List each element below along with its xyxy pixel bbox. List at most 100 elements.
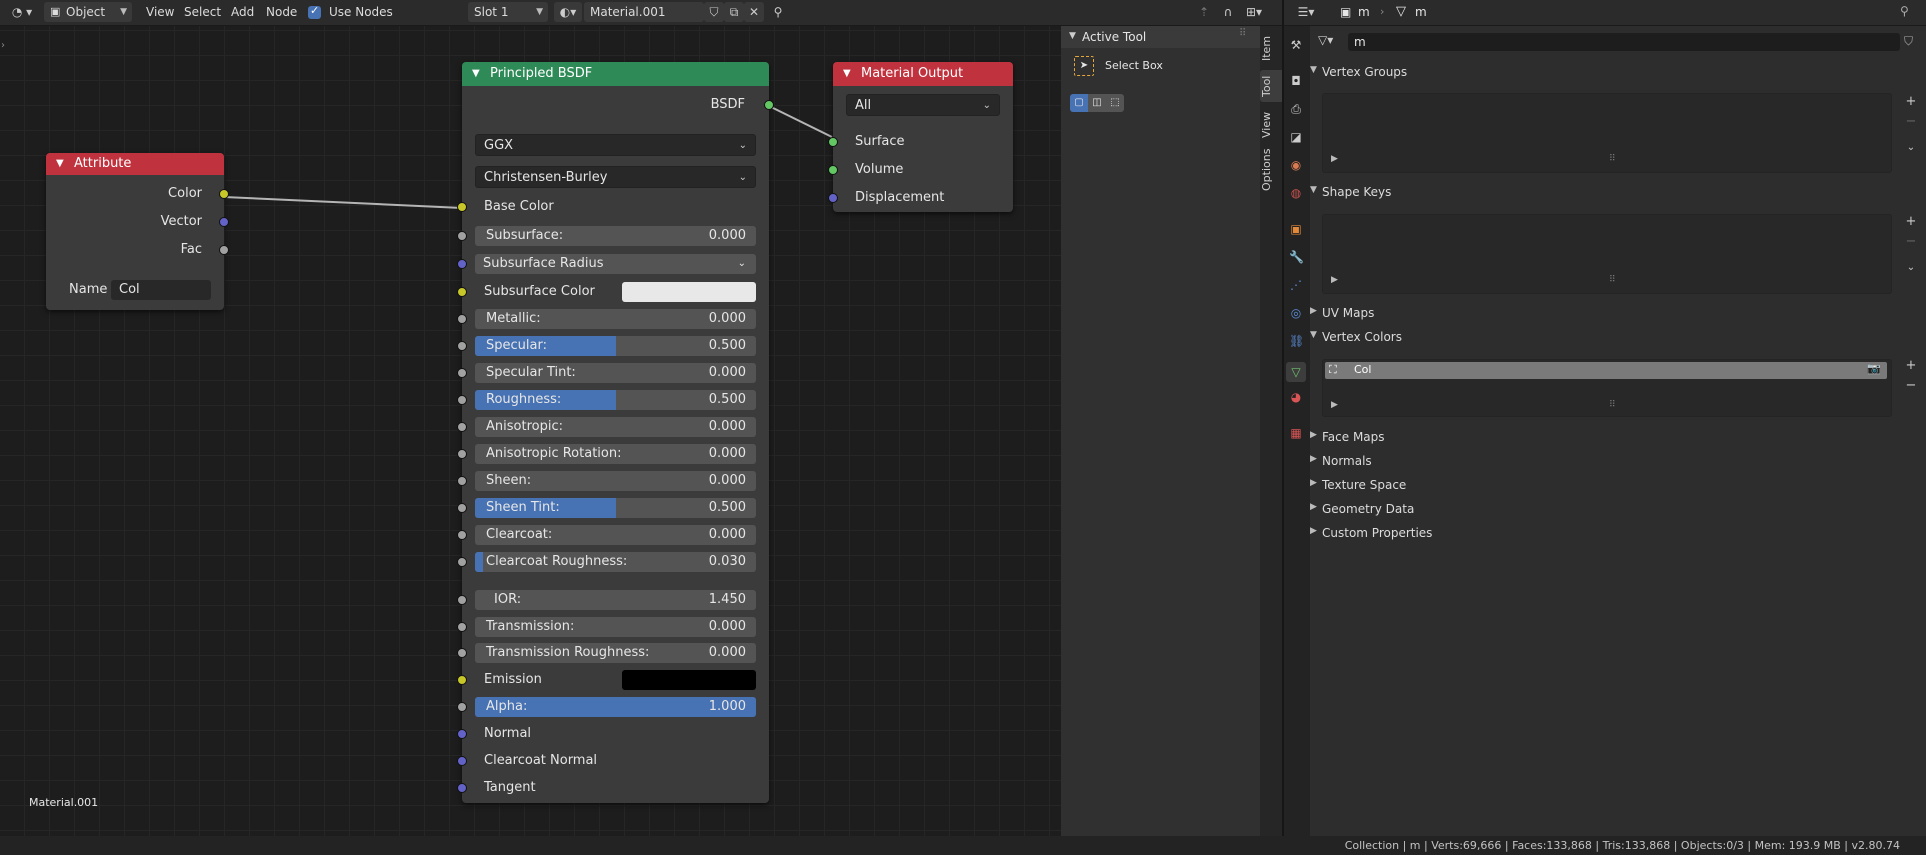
- add-vertex-group-button[interactable]: +: [1903, 94, 1919, 110]
- bsdf-output-socket[interactable]: [764, 100, 774, 110]
- list-filter-triangle-icon[interactable]: ▶: [1331, 275, 1338, 285]
- active-tool-panel-header[interactable]: ▼ Active Tool ⠿: [1061, 26, 1260, 48]
- subsurface-radius-socket[interactable]: [457, 259, 467, 269]
- shape-key-specials-icon[interactable]: ⌄: [1903, 260, 1919, 276]
- metallic-socket[interactable]: [457, 314, 467, 324]
- attribute-node[interactable]: ▼ Attribute Color Vector Fac Name Col: [46, 153, 229, 310]
- modifier-wrench-icon[interactable]: 🔧: [1289, 250, 1304, 264]
- tab-view[interactable]: View: [1260, 108, 1282, 142]
- mesh-name-field[interactable]: m: [1348, 33, 1900, 51]
- pin-icon[interactable]: ⚲: [1900, 4, 1909, 18]
- attribute-node-header[interactable]: ▼ Attribute: [46, 153, 224, 175]
- fake-user-shield-icon[interactable]: ⛉: [1904, 34, 1913, 49]
- emission-color-swatch[interactable]: [622, 670, 756, 690]
- object-tab-icon[interactable]: ▣: [1289, 222, 1303, 236]
- principled-bsdf-node[interactable]: ▼ Principled BSDF BSDF GGX ⌄ Christensen…: [457, 62, 774, 803]
- metallic-slider[interactable]: Metallic: 0.000: [475, 309, 756, 329]
- target-dropdown[interactable]: All ⌄: [846, 94, 1000, 116]
- particles-tab-icon[interactable]: ⋰: [1289, 278, 1303, 292]
- collapse-triangle-icon[interactable]: ▼: [56, 153, 64, 175]
- subsurface-slider[interactable]: Subsurface: 0.000: [475, 226, 756, 246]
- collapse-triangle-icon[interactable]: ▼: [1310, 185, 1317, 195]
- vertex-groups-list[interactable]: ▶ ⠿: [1322, 93, 1892, 173]
- subsurface-radius-dropdown[interactable]: Subsurface Radius ⌄: [475, 254, 756, 274]
- tab-options[interactable]: Options: [1260, 146, 1282, 194]
- vertex-group-specials-icon[interactable]: ⌄: [1903, 140, 1919, 156]
- displacement-input-socket[interactable]: [828, 193, 838, 203]
- expand-triangle-icon[interactable]: ▶: [1310, 526, 1317, 536]
- camera-render-icon[interactable]: 📷: [1867, 362, 1881, 375]
- specular-tint-slider[interactable]: Specular Tint: 0.000: [475, 363, 756, 383]
- sheen-tint-slider[interactable]: Sheen Tint: 0.500: [475, 498, 756, 518]
- geometry-data-panel-header[interactable]: ▶ Geometry Data: [1310, 502, 1414, 516]
- snap-settings-icon[interactable]: ⊞▾: [1240, 2, 1268, 22]
- name-input[interactable]: Col: [111, 280, 211, 300]
- surface-input-socket[interactable]: [828, 137, 838, 147]
- subsurface-method-dropdown[interactable]: Christensen-Burley ⌄: [475, 166, 756, 188]
- view-layer-tab-icon[interactable]: ◪: [1289, 130, 1303, 144]
- uv-maps-panel-header[interactable]: ▶ UV Maps: [1310, 306, 1374, 320]
- snap-icon[interactable]: ∩: [1218, 2, 1238, 22]
- select-box-tool-icon[interactable]: ➤: [1074, 56, 1094, 76]
- sheen-tint-socket[interactable]: [457, 503, 467, 513]
- anisotropic-rotation-slider[interactable]: Anisotropic Rotation: 0.000: [475, 444, 756, 464]
- collapse-triangle-icon[interactable]: ▼: [843, 62, 851, 86]
- list-filter-triangle-icon[interactable]: ▶: [1331, 154, 1338, 164]
- collapse-triangle-icon[interactable]: ▼: [1069, 31, 1076, 41]
- roughness-socket[interactable]: [457, 395, 467, 405]
- anisotropic-socket[interactable]: [457, 422, 467, 432]
- render-tab-icon[interactable]: ◘: [1289, 74, 1303, 88]
- physics-tab-icon[interactable]: ◎: [1289, 306, 1303, 320]
- color-output-socket[interactable]: [219, 189, 229, 199]
- collapse-triangle-icon[interactable]: ▼: [472, 62, 480, 86]
- sheen-slider[interactable]: Sheen: 0.000: [475, 471, 756, 491]
- expand-triangle-icon[interactable]: ▶: [1310, 478, 1317, 488]
- collapse-triangle-icon[interactable]: ▼: [1310, 330, 1317, 340]
- world-tab-icon[interactable]: ◍: [1289, 186, 1303, 200]
- shape-keys-panel-header[interactable]: ▼ Shape Keys: [1310, 185, 1391, 199]
- principled-bsdf-header[interactable]: ▼ Principled BSDF: [462, 62, 769, 86]
- normal-socket[interactable]: [457, 729, 467, 739]
- clearcoat-normal-socket[interactable]: [457, 756, 467, 766]
- anisotropic-slider[interactable]: Anisotropic: 0.000: [475, 417, 756, 437]
- clearcoat-slider[interactable]: Clearcoat: 0.000: [475, 525, 756, 545]
- resize-handle-icon[interactable]: ⠿: [1609, 154, 1616, 164]
- remove-vertex-color-button[interactable]: −: [1903, 378, 1919, 394]
- transmission-roughness-socket[interactable]: [457, 648, 467, 658]
- area-splitter[interactable]: [1282, 0, 1284, 836]
- tab-item[interactable]: Item: [1260, 32, 1282, 64]
- transmission-roughness-slider[interactable]: Transmission Roughness: 0.000: [475, 643, 756, 663]
- mode-extend-icon[interactable]: ◫: [1088, 94, 1106, 112]
- clearcoat-socket[interactable]: [457, 530, 467, 540]
- vertex-colors-panel-header[interactable]: ▼ Vertex Colors: [1310, 330, 1402, 344]
- sheen-socket[interactable]: [457, 476, 467, 486]
- drag-handle-icon[interactable]: ⠿: [1239, 28, 1246, 39]
- shape-keys-list[interactable]: ▶ ⠿: [1322, 214, 1892, 294]
- tab-tool[interactable]: Tool: [1260, 70, 1282, 102]
- fac-output-socket[interactable]: [219, 245, 229, 255]
- transmission-slider[interactable]: Transmission: 0.000: [475, 617, 756, 637]
- vertex-groups-panel-header[interactable]: ▼ Vertex Groups: [1310, 65, 1407, 79]
- custom-properties-panel-header[interactable]: ▶ Custom Properties: [1310, 526, 1432, 540]
- material-tab-icon[interactable]: ◕: [1289, 390, 1303, 404]
- material-output-node[interactable]: ▼ Material Output All ⌄ Surface Volume D…: [828, 62, 1013, 212]
- anisotropic-rotation-socket[interactable]: [457, 449, 467, 459]
- specular-socket[interactable]: [457, 341, 467, 351]
- remove-vertex-group-button[interactable]: −: [1903, 114, 1919, 130]
- expand-triangle-icon[interactable]: ▶: [1310, 502, 1317, 512]
- vector-output-socket[interactable]: [219, 217, 229, 227]
- ior-field[interactable]: IOR: 1.450: [475, 590, 756, 610]
- volume-input-socket[interactable]: [828, 165, 838, 175]
- parent-node-tree-icon[interactable]: ⇡: [1194, 2, 1214, 22]
- transmission-socket[interactable]: [457, 622, 467, 632]
- clearcoat-roughness-socket[interactable]: [457, 557, 467, 567]
- specular-slider[interactable]: Specular: 0.500: [475, 336, 756, 356]
- texture-space-panel-header[interactable]: ▶ Texture Space: [1310, 478, 1406, 492]
- tool-tab-icon[interactable]: ⚒: [1289, 38, 1303, 52]
- expand-triangle-icon[interactable]: ▶: [1310, 454, 1317, 464]
- normals-panel-header[interactable]: ▶ Normals: [1310, 454, 1372, 468]
- mesh-data-tab-icon[interactable]: ▽: [1286, 362, 1306, 382]
- expand-triangle-icon[interactable]: ▶: [1310, 306, 1317, 316]
- emission-socket[interactable]: [457, 675, 467, 685]
- expand-triangle-icon[interactable]: ▶: [1310, 430, 1317, 440]
